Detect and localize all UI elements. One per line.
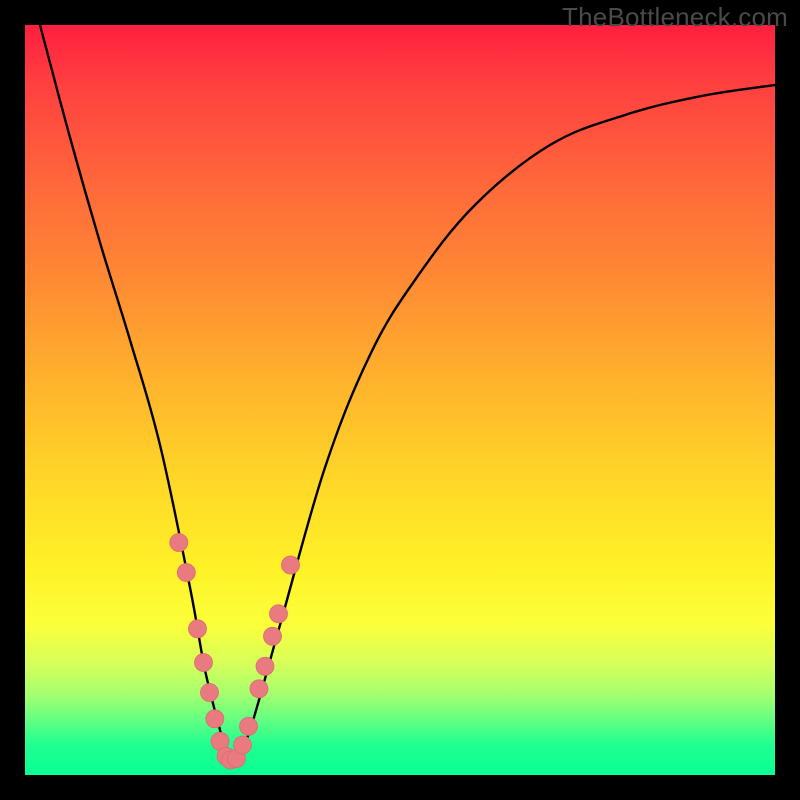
highlight-marker	[189, 620, 207, 638]
curve-layer	[40, 25, 775, 764]
highlight-marker	[177, 564, 195, 582]
highlight-marker	[250, 680, 268, 698]
chart-svg	[25, 25, 775, 775]
highlight-marker	[201, 684, 219, 702]
highlight-marker	[256, 657, 274, 675]
highlight-marker	[206, 710, 224, 728]
plot-area	[25, 25, 775, 775]
highlight-marker	[234, 736, 252, 754]
highlight-marker	[264, 627, 282, 645]
watermark-text: TheBottleneck.com	[562, 2, 788, 33]
highlight-marker	[240, 717, 258, 735]
highlight-marker	[170, 534, 188, 552]
highlight-marker	[282, 556, 300, 574]
highlight-marker	[270, 605, 288, 623]
marker-layer	[170, 534, 300, 770]
bottleneck-curve	[40, 25, 775, 764]
highlight-marker	[195, 654, 213, 672]
